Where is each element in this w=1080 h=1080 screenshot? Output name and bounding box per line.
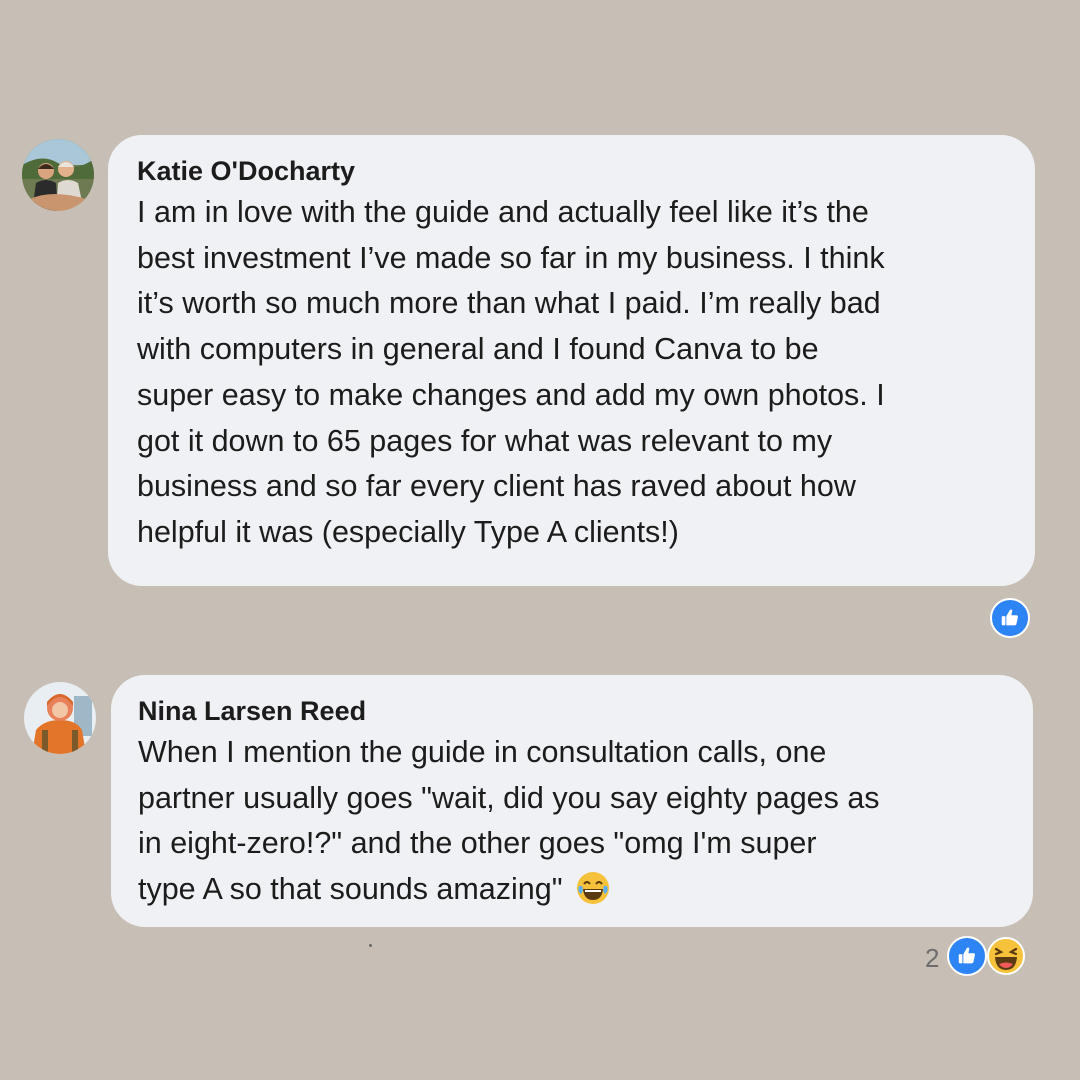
comment-line: helpful it was (especially Type A client… (137, 514, 679, 549)
comment-line: partner usually goes "wait, did you say … (138, 780, 880, 815)
haha-reaction[interactable] (987, 937, 1025, 975)
comment-line: super easy to make changes and add my ow… (137, 377, 885, 412)
comment-line: it’s worth so much more than what I paid… (137, 286, 881, 321)
profile-photo-avatar (24, 682, 96, 754)
like-reaction[interactable] (990, 598, 1030, 638)
comment-bubble: Nina Larsen Reed When I mention the guid… (111, 675, 1033, 927)
avatar[interactable] (22, 139, 94, 211)
comment-text: When I mention the guide in consultation… (138, 730, 1033, 913)
comment-line: When I mention the guide in consultation… (138, 735, 827, 769)
comment-line: business and so far every client has rav… (137, 469, 856, 504)
comment-line: type A so that sounds amazing" (138, 867, 1033, 913)
avatar[interactable] (24, 682, 96, 754)
like-reaction[interactable] (947, 936, 987, 976)
comment-line: in eight-zero!?" and the other goes "omg… (138, 826, 817, 861)
separator-dot (369, 944, 372, 947)
comment-line: best investment I’ve made so far in my b… (137, 240, 885, 275)
comment-author[interactable]: Katie O'Docharty (137, 154, 1035, 188)
comment-line: with computers in general and I found Ca… (137, 332, 819, 367)
comment-line: I am in love with the guide and actually… (137, 195, 869, 229)
comment-line: got it down to 65 pages for what was rel… (137, 423, 833, 458)
haha-icon (987, 937, 1025, 975)
profile-photo-avatar (22, 139, 94, 211)
comment-text: I am in love with the guide and actually… (137, 190, 1035, 556)
reaction-count: 2 (925, 943, 940, 973)
comment-bubble: Katie O'Docharty I am in love with the g… (108, 135, 1035, 586)
comment-author[interactable]: Nina Larsen Reed (138, 694, 1033, 728)
like-icon (958, 947, 975, 964)
like-icon (1001, 609, 1018, 626)
tears-of-joy-emoji-icon (577, 872, 610, 905)
comment-line-text: type A so that sounds amazing" (138, 872, 563, 907)
